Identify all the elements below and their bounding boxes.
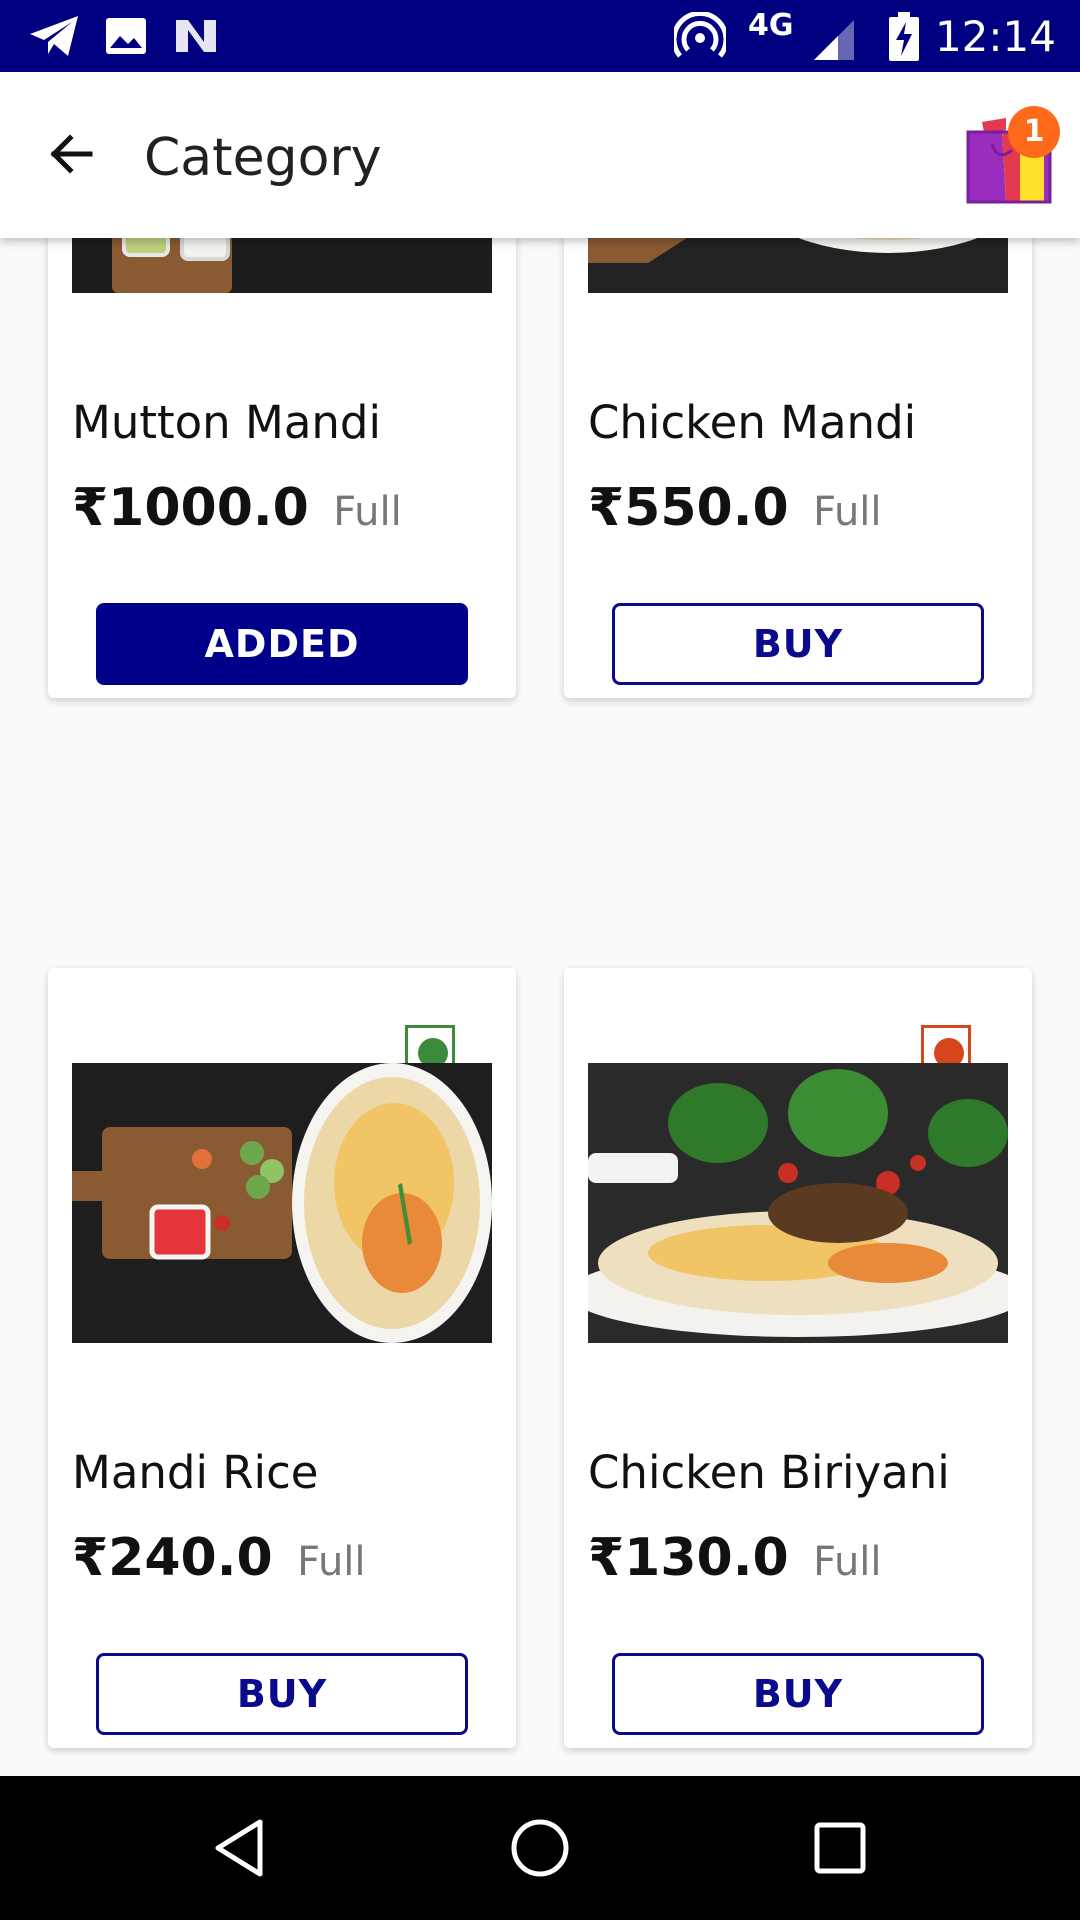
item-name: Chicken Biriyani <box>588 1446 950 1499</box>
item-price: ₹130.0 <box>588 1528 789 1588</box>
added-button[interactable]: ADDED <box>96 603 468 685</box>
food-image <box>72 238 492 293</box>
cart-count-badge: 1 <box>1008 106 1060 158</box>
clock: 12:14 <box>934 12 1056 61</box>
app-bar: Category 1 <box>0 72 1080 238</box>
item-name: Mutton Mandi <box>72 396 381 449</box>
item-price: ₹240.0 <box>72 1528 273 1588</box>
item-price: ₹1000.0 <box>72 478 309 538</box>
signal-icon <box>814 20 854 60</box>
product-card[interactable]: Chicken Mandi ₹550.0 Full BUY <box>564 238 1032 698</box>
notification-n-icon <box>176 20 216 52</box>
image-icon <box>106 18 146 54</box>
price-row: ₹240.0 Full <box>72 1528 366 1588</box>
price-row: ₹1000.0 Full <box>72 478 402 538</box>
product-card[interactable]: Mandi Rice ₹240.0 Full BUY <box>48 968 516 1748</box>
product-grid[interactable]: Mutton Mandi ₹1000.0 Full ADDED Chicken … <box>0 238 1080 1776</box>
cart-button[interactable]: 1 <box>962 102 1060 212</box>
price-row: ₹550.0 Full <box>588 478 882 538</box>
product-card[interactable]: Chicken Biriyani ₹130.0 Full BUY <box>564 968 1032 1748</box>
battery-charging-icon <box>889 12 919 61</box>
recents-square-icon[interactable] <box>808 1816 872 1880</box>
network-type-label: 4G <box>748 8 794 43</box>
buy-button[interactable]: BUY <box>612 1653 984 1735</box>
item-portion: Full <box>813 489 882 535</box>
hotspot-icon <box>674 12 726 58</box>
item-portion: Full <box>813 1539 882 1585</box>
status-bar: 4G 12:14 <box>0 0 1080 72</box>
buy-button[interactable]: BUY <box>96 1653 468 1735</box>
item-portion: Full <box>333 489 402 535</box>
telegram-icon <box>30 16 78 56</box>
arrow-left-icon <box>50 134 93 174</box>
item-price: ₹550.0 <box>588 478 789 538</box>
page-title: Category <box>144 128 382 188</box>
home-circle-icon[interactable] <box>508 1816 572 1880</box>
item-name: Chicken Mandi <box>588 396 917 449</box>
buy-button[interactable]: BUY <box>612 603 984 685</box>
system-navigation-bar <box>0 1776 1080 1920</box>
item-portion: Full <box>297 1539 366 1585</box>
product-card[interactable]: Mutton Mandi ₹1000.0 Full ADDED <box>48 238 516 698</box>
food-image <box>588 238 1008 293</box>
item-name: Mandi Rice <box>72 1446 319 1499</box>
back-triangle-icon[interactable] <box>208 1816 272 1880</box>
back-button[interactable] <box>36 118 108 190</box>
food-image <box>72 1063 492 1343</box>
food-image <box>588 1063 1008 1343</box>
price-row: ₹130.0 Full <box>588 1528 882 1588</box>
